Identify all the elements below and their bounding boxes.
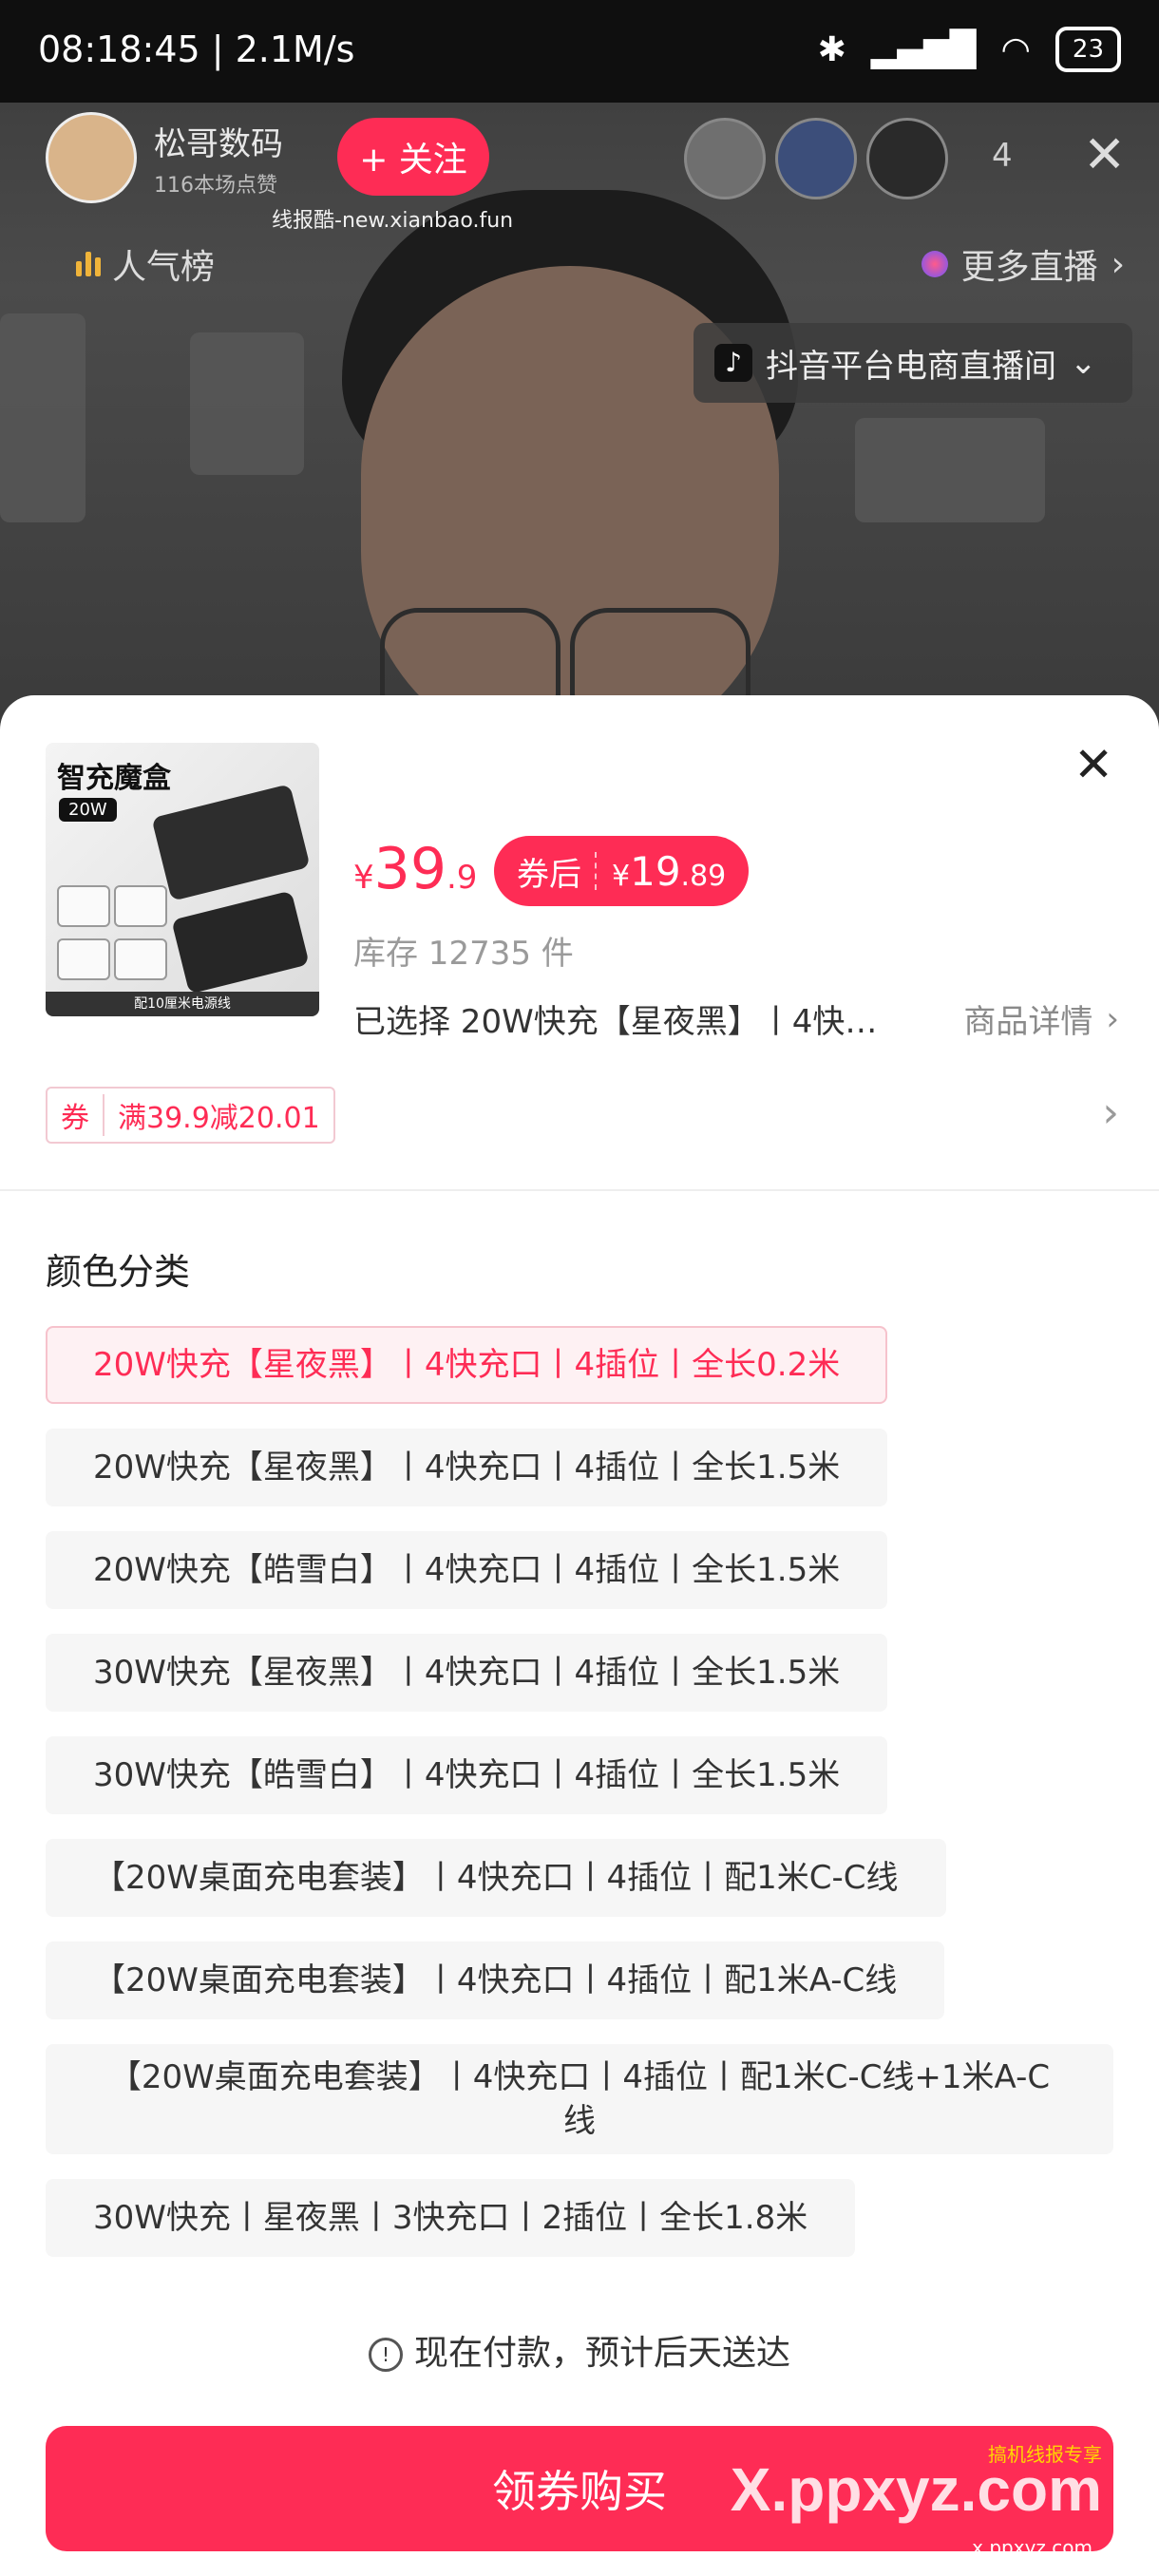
info-icon: ! (368, 2338, 403, 2372)
delivery-text: 现在付款，预计后天送达 (413, 2334, 790, 2373)
chevron-right-icon: › (1111, 244, 1125, 284)
port-icon (57, 885, 110, 927)
divider (595, 852, 598, 890)
variant-option[interactable]: 【20W桌面充电套装】丨4快充口丨4插位丨配1米A-C线 (46, 1941, 945, 2019)
signal-icon: ▂▄▆█ (870, 29, 977, 69)
variant-option[interactable]: 30W快充【星夜黑】丨4快充口丨4插位丨全长1.5米 (46, 1634, 888, 1712)
rank-bars-icon (76, 252, 101, 276)
wifi-icon: ◠ (1000, 29, 1031, 69)
purchase-sheet: 智充魔盒 20W 配10厘米电源线 ¥39.9 券后 ¥19.89 库存 127… (0, 695, 1159, 2576)
more-live[interactable]: 更多直播 › (921, 239, 1125, 289)
live-orb-icon (921, 251, 948, 277)
thumb-bottom-label: 配10厘米电源线 (46, 992, 319, 1016)
status-icons: ✱ ▂▄▆█ ◠ 23 (818, 27, 1121, 72)
coupon-tag[interactable]: 券 满39.9减20.01 (46, 1087, 335, 1144)
selected-variant: 已选择 20W快充【星夜黑】丨4快充口丨4插位丨全长0.2米 (353, 1003, 885, 1041)
coupon-price-dec: .89 (680, 859, 727, 893)
bluetooth-icon: ✱ (817, 29, 846, 69)
host-info[interactable]: 松哥数码 116本场点赞 (46, 112, 283, 203)
variant-option[interactable]: 30W快充【皓雪白】丨4快充口丨4插位丨全长1.5米 (46, 1736, 888, 1814)
watermark-text: 线报酷-new.xianbao.fun (272, 209, 514, 233)
chevron-right-icon[interactable]: › (1102, 1089, 1119, 1137)
viewer-avatar[interactable] (866, 118, 948, 199)
coupon-tag-text: 满39.9减20.01 (118, 1102, 320, 1135)
coupon-tag-label: 券 (48, 1094, 104, 1136)
coupon-price-int: 19 (630, 847, 681, 895)
port-icon (114, 885, 167, 927)
popularity-rank[interactable]: 人气榜 (76, 239, 215, 289)
shelf-decor (190, 332, 304, 475)
power-strip-image (171, 890, 310, 994)
battery-icon: 23 (1054, 27, 1121, 72)
follow-button[interactable]: + 关注 (337, 118, 489, 196)
power-strip-image (151, 784, 311, 901)
coupon-price-label: 券后 (517, 855, 581, 894)
price-dec: .9 (446, 859, 478, 897)
host-name: 松哥数码 (154, 124, 283, 163)
delivery-note: ! 现在付款，预计后天送达 (0, 2325, 1159, 2375)
watermark-sub: x.ppxyz.com (972, 2536, 1092, 2559)
host-likes: 116本场点赞 (154, 173, 277, 198)
tiktok-icon: ♪ (714, 344, 752, 382)
variant-option[interactable]: 【20W桌面充电套装】丨4快充口丨4插位丨配1米C-C线+1米A-C线 (46, 2044, 1113, 2154)
watermark-logo: X.ppxyz.com (730, 2455, 1102, 2524)
stock-count: 库存 12735 件 (353, 935, 574, 973)
variant-option[interactable]: 【20W桌面充电套装】丨4快充口丨4插位丨配1米C-C线 (46, 1839, 946, 1917)
viewer-count[interactable]: 4 (992, 137, 1013, 175)
port-icon (57, 938, 110, 980)
variant-option[interactable]: 20W快充【星夜黑】丨4快充口丨4插位丨全长1.5米 (46, 1429, 888, 1506)
options-title: 颜色分类 (46, 1251, 191, 1293)
platform-label: 抖音平台电商直播间 (766, 347, 1056, 386)
variant-option[interactable]: 30W快充丨星夜黑丨3快充口丨2插位丨全长1.8米 (46, 2179, 856, 2257)
price: ¥39.9 (353, 836, 477, 902)
close-icon[interactable]: ✕ (1083, 129, 1126, 180)
detail-label: 商品详情 (963, 1003, 1093, 1041)
variant-options: 20W快充【星夜黑】丨4快充口丨4插位丨全长0.2米 20W快充【星夜黑】丨4快… (46, 1326, 1113, 2282)
variant-option[interactable]: 20W快充【皓雪白】丨4快充口丨4插位丨全长1.5米 (46, 1531, 888, 1609)
rank-label: 人气榜 (112, 248, 216, 287)
price-symbol: ¥ (353, 859, 374, 897)
thumb-title: 智充魔盒 (57, 762, 171, 795)
viewer-avatar[interactable] (775, 118, 857, 199)
status-bar: 08:18:45 | 2.1M/s ✱ ▂▄▆█ ◠ 23 (0, 0, 1159, 103)
avatar[interactable] (46, 112, 137, 203)
port-icon (114, 938, 167, 980)
more-live-label: 更多直播 (960, 248, 1098, 287)
close-icon[interactable]: ✕ (1074, 741, 1113, 788)
chevron-down-icon: ⌄ (1070, 344, 1097, 382)
thumb-tag: 20W (59, 798, 117, 822)
product-detail-link[interactable]: 商品详情 › (963, 995, 1119, 1042)
coupon-price-badge: 券后 ¥19.89 (494, 836, 750, 906)
status-time: 08:18:45 | 2.1M/s (38, 28, 355, 70)
viewer-avatar[interactable] (684, 118, 766, 199)
divider (0, 1189, 1159, 1191)
shelf-decor (855, 418, 1045, 522)
price-int: 39 (373, 836, 446, 902)
shelf-decor (0, 313, 86, 522)
coupon-price-symbol: ¥ (612, 859, 631, 893)
platform-badge[interactable]: ♪ 抖音平台电商直播间 ⌄ (694, 323, 1132, 403)
variant-option[interactable]: 20W快充【星夜黑】丨4快充口丨4插位丨全长0.2米 (46, 1326, 888, 1404)
product-thumbnail[interactable]: 智充魔盒 20W 配10厘米电源线 (46, 743, 319, 1016)
chevron-right-icon: › (1106, 999, 1119, 1038)
